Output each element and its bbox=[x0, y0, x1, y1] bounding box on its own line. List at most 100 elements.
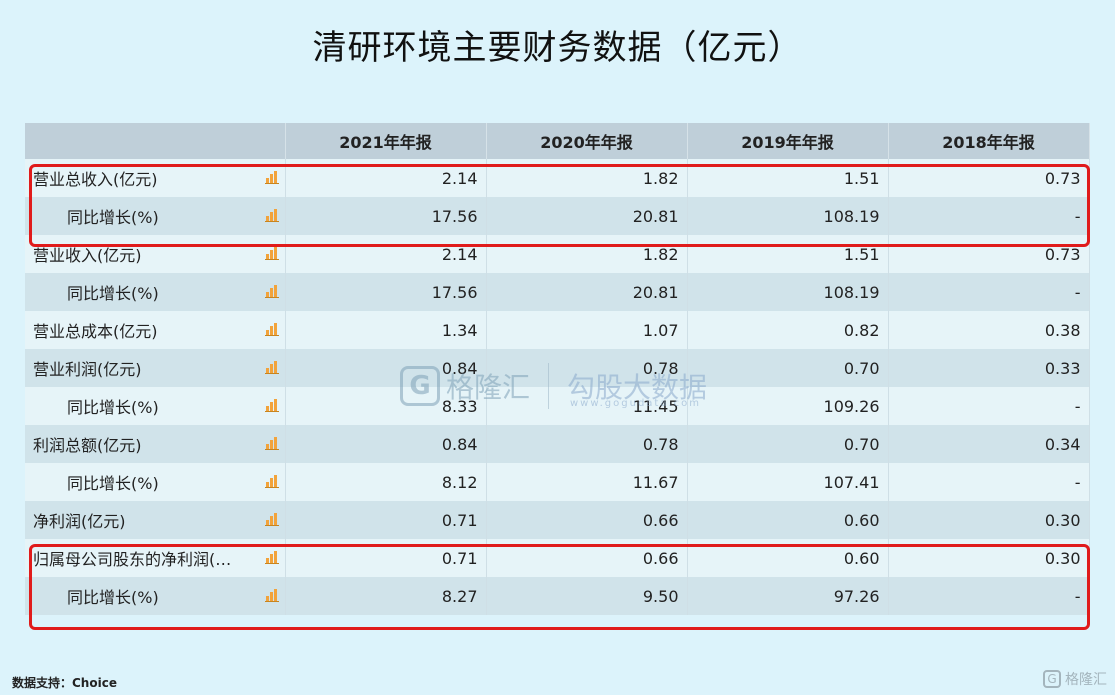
value-cell: 0.66 bbox=[486, 539, 688, 577]
header-cell: 2018年年报 bbox=[888, 123, 1090, 159]
table-row: 营业收入(亿元) 2.14 1.82 1.51 0.73 bbox=[25, 235, 1090, 273]
value-cell: 8.12 bbox=[285, 463, 487, 501]
value-cell: - bbox=[888, 463, 1090, 501]
watermark: G 格隆汇 勾股大数据 www.gogudata.com bbox=[400, 360, 730, 412]
row-label: 同比增长(%) bbox=[67, 588, 159, 607]
header-cell bbox=[25, 123, 286, 159]
value-cell: 2.14 bbox=[285, 159, 487, 197]
table-row: 同比增长(%) 17.56 20.81 108.19- bbox=[25, 273, 1090, 311]
row-label-cell: 同比增长(%) bbox=[25, 273, 286, 311]
value-cell: 107.41 bbox=[687, 463, 889, 501]
value-cell: - bbox=[888, 577, 1090, 615]
row-label-cell: 营业总收入(亿元) bbox=[25, 159, 286, 197]
value-cell: 97.26 bbox=[687, 577, 889, 615]
table-row: 净利润(亿元) 0.71 0.66 0.60 0.30 bbox=[25, 501, 1090, 539]
value-cell: 0.82 bbox=[687, 311, 889, 349]
row-label: 营业利润(亿元) bbox=[33, 360, 142, 379]
bar-chart-icon[interactable] bbox=[264, 171, 279, 184]
value-cell: 1.07 bbox=[486, 311, 688, 349]
value-cell: 0.73 bbox=[888, 159, 1090, 197]
row-label-cell: 营业收入(亿元) bbox=[25, 235, 286, 273]
value-cell: 0.71 bbox=[285, 539, 487, 577]
bar-chart-icon[interactable] bbox=[264, 589, 279, 602]
corner-logo-icon: G bbox=[1043, 670, 1061, 688]
row-label: 同比增长(%) bbox=[67, 284, 159, 303]
value-cell: 20.81 bbox=[486, 197, 688, 235]
value-cell: 0.33 bbox=[888, 349, 1090, 387]
row-label-cell: 营业利润(亿元) bbox=[25, 349, 286, 387]
table-row: 营业总收入(亿元) 2.14 1.82 1.51 0.73 bbox=[25, 159, 1090, 197]
row-label: 同比增长(%) bbox=[67, 208, 159, 227]
row-label-cell: 归属母公司股东的净利润(… bbox=[25, 539, 286, 577]
page-title: 清研环境主要财务数据（亿元） bbox=[312, 28, 803, 68]
value-cell: 0.60 bbox=[687, 501, 889, 539]
bar-chart-icon[interactable] bbox=[264, 475, 279, 488]
value-cell: 0.71 bbox=[285, 501, 487, 539]
value-cell: 0.38 bbox=[888, 311, 1090, 349]
row-label: 营业收入(亿元) bbox=[33, 246, 142, 265]
bar-chart-icon[interactable] bbox=[264, 209, 279, 222]
value-cell: 9.50 bbox=[486, 577, 688, 615]
row-label-cell: 同比增长(%) bbox=[25, 463, 286, 501]
value-cell: 0.30 bbox=[888, 501, 1090, 539]
value-cell: 1.34 bbox=[285, 311, 487, 349]
row-label: 利润总额(亿元) bbox=[33, 436, 142, 455]
value-cell: 1.82 bbox=[486, 159, 688, 197]
row-label: 同比增长(%) bbox=[67, 474, 159, 493]
value-cell: - bbox=[888, 273, 1090, 311]
row-label-cell: 同比增长(%) bbox=[25, 577, 286, 615]
bar-chart-icon[interactable] bbox=[264, 361, 279, 374]
value-cell: 8.27 bbox=[285, 577, 487, 615]
row-label: 营业总收入(亿元) bbox=[33, 170, 158, 189]
table-row: 同比增长(%) 8.12 11.67 107.41- bbox=[25, 463, 1090, 501]
value-cell: 108.19 bbox=[687, 273, 889, 311]
row-label: 归属母公司股东的净利润(… bbox=[33, 550, 232, 569]
row-label-cell: 利润总额(亿元) bbox=[25, 425, 286, 463]
value-cell: - bbox=[888, 387, 1090, 425]
table-row: 归属母公司股东的净利润(… 0.71 0.66 0.60 0.30 bbox=[25, 539, 1090, 577]
watermark-divider bbox=[548, 363, 550, 409]
row-label-cell: 净利润(亿元) bbox=[25, 501, 286, 539]
data-source: 数据支持：Choice bbox=[12, 676, 117, 690]
value-cell: 1.51 bbox=[687, 235, 889, 273]
watermark-brand: 格隆汇 bbox=[446, 371, 531, 404]
value-cell: 17.56 bbox=[285, 197, 487, 235]
value-cell: 20.81 bbox=[486, 273, 688, 311]
value-cell: - bbox=[888, 197, 1090, 235]
corner-logo-text: 格隆汇 bbox=[1065, 672, 1107, 688]
row-label: 同比增长(%) bbox=[67, 398, 159, 417]
row-label-cell: 同比增长(%) bbox=[25, 197, 286, 235]
value-cell: 0.78 bbox=[486, 425, 688, 463]
value-cell: 0.70 bbox=[687, 425, 889, 463]
table-row: 同比增长(%) 8.27 9.50 97.26- bbox=[25, 577, 1090, 615]
table-header-row: 2021年年报 2020年年报 2019年年报 2018年年报 bbox=[25, 123, 1090, 159]
value-cell: 1.82 bbox=[486, 235, 688, 273]
value-cell: 0.30 bbox=[888, 539, 1090, 577]
value-cell: 0.34 bbox=[888, 425, 1090, 463]
table-row: 利润总额(亿元) 0.84 0.78 0.70 0.34 bbox=[25, 425, 1090, 463]
value-cell: 11.67 bbox=[486, 463, 688, 501]
value-cell: 2.14 bbox=[285, 235, 487, 273]
row-label: 净利润(亿元) bbox=[33, 512, 126, 531]
watermark-url: www.gogudata.com bbox=[570, 398, 702, 409]
value-cell: 1.51 bbox=[687, 159, 889, 197]
table-row: 营业总成本(亿元) 1.34 1.07 0.82 0.38 bbox=[25, 311, 1090, 349]
bar-chart-icon[interactable] bbox=[264, 247, 279, 260]
watermark-logo-icon: G bbox=[400, 366, 440, 406]
row-label: 营业总成本(亿元) bbox=[33, 322, 158, 341]
value-cell: 0.73 bbox=[888, 235, 1090, 273]
value-cell: 0.84 bbox=[285, 425, 487, 463]
table-row: 同比增长(%) 17.56 20.81 108.19- bbox=[25, 197, 1090, 235]
bar-chart-icon[interactable] bbox=[264, 323, 279, 336]
bar-chart-icon[interactable] bbox=[264, 399, 279, 412]
bar-chart-icon[interactable] bbox=[264, 513, 279, 526]
value-cell: 17.56 bbox=[285, 273, 487, 311]
header-cell: 2021年年报 bbox=[285, 123, 487, 159]
row-label-cell: 同比增长(%) bbox=[25, 387, 286, 425]
bar-chart-icon[interactable] bbox=[264, 437, 279, 450]
corner-logo: G 格隆汇 bbox=[1043, 669, 1107, 689]
header-cell: 2019年年报 bbox=[687, 123, 889, 159]
bar-chart-icon[interactable] bbox=[264, 551, 279, 564]
bar-chart-icon[interactable] bbox=[264, 285, 279, 298]
header-cell: 2020年年报 bbox=[486, 123, 688, 159]
